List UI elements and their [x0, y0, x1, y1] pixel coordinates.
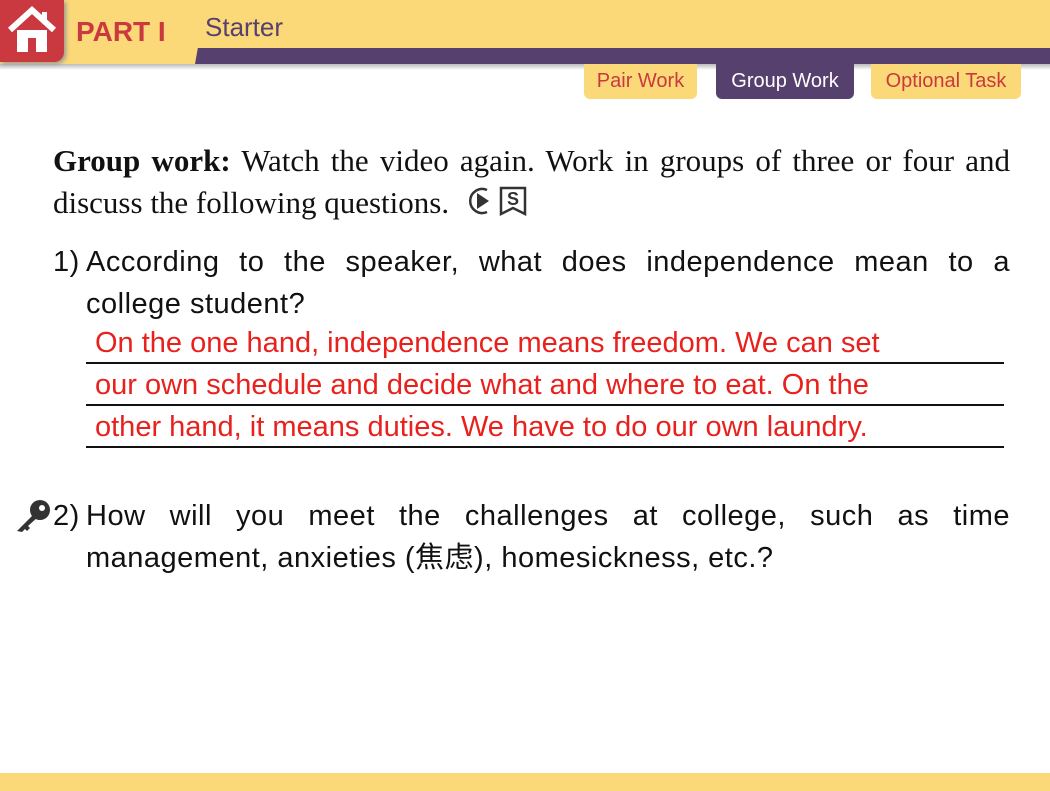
section-title: Starter [205, 12, 284, 42]
question-number: 2) [53, 500, 80, 532]
svg-text:S: S [507, 189, 519, 209]
script-icon[interactable]: S [499, 185, 527, 227]
key-icon[interactable] [14, 498, 52, 539]
question-number: 1) [53, 246, 80, 278]
instructions-label: Group work: [53, 143, 231, 178]
question-1: 1) According to the speaker, what does in… [53, 241, 1010, 325]
answer-lines: On the one hand, independence means free… [86, 322, 1004, 448]
home-button[interactable] [0, 0, 64, 62]
part-label: PART I [76, 16, 166, 47]
tab-pair-work[interactable]: Pair Work [584, 64, 697, 99]
answer-line: On the one hand, independence means free… [86, 322, 1004, 364]
tab-group-work[interactable]: Group Work [716, 64, 854, 99]
play-video-icon[interactable] [465, 185, 499, 227]
question-text: According to the speaker, what does inde… [86, 246, 1010, 320]
answer-line: other hand, it means duties. We have to … [86, 406, 1004, 448]
answer-line: our own schedule and decide what and whe… [86, 364, 1004, 406]
header-stripe [195, 48, 1050, 64]
instructions: Group work: Watch the video again. Work … [53, 140, 1010, 227]
tab-optional-task[interactable]: Optional Task [871, 64, 1021, 99]
home-icon [7, 5, 57, 52]
question-2: 2) How will you meet the challenges at co… [53, 495, 1010, 579]
question-text: How will you meet the challenges at coll… [86, 500, 1010, 574]
